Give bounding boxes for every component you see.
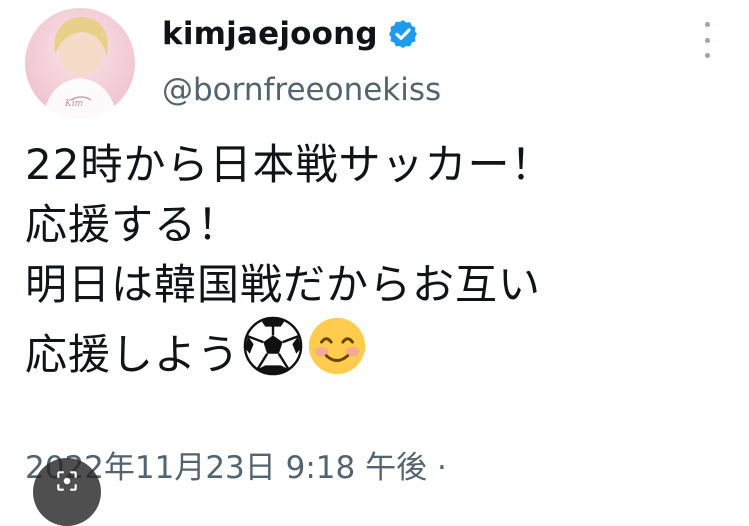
tweet-line: 22時から日本戦サッカー！ [25,140,554,189]
tweet-line-with-emoji: 応援しよう [25,315,745,385]
tweet-line: 応援しよう [25,330,241,379]
svg-text:Kim: Kim [64,99,83,109]
tweet-text: 22時から日本戦サッカー！ 応援する！ 明日は韓国戦だからお互い 応援しよう [25,135,745,385]
user-handle[interactable]: @bornfreeonekiss [162,72,441,108]
display-name[interactable]: kimjaejoong [162,16,378,52]
tweet-line: 明日は韓国戦だからお互い [25,260,542,309]
lens-icon [57,471,77,491]
avatar[interactable]: Kim [25,8,135,118]
tweet-line: 応援する！ [25,200,241,249]
soccer-ball-icon [242,315,304,377]
avatar-photo: Kim [43,16,117,118]
verified-badge-icon [388,20,417,48]
smiling-face-icon [306,315,368,377]
visual-search-button[interactable] [33,458,101,526]
more-options-icon[interactable] [697,22,717,58]
author-name-row: kimjaejoong [162,16,419,52]
